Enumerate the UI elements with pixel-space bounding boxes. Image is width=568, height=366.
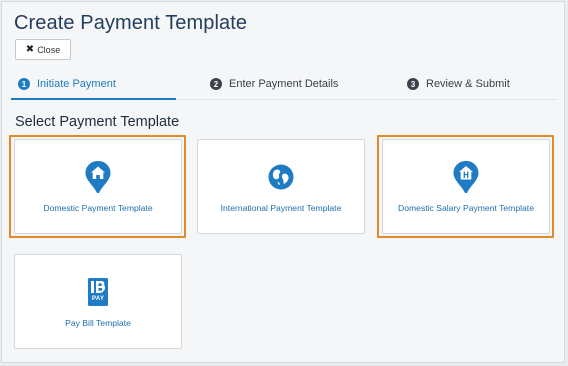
step-number-badge: 2	[210, 78, 222, 90]
paybill-icon-text: PAY	[92, 296, 105, 302]
page-title: Create Payment Template	[14, 12, 248, 34]
wizard-steps: 1 Initiate Payment 2 Enter Payment Detai…	[2, 70, 566, 100]
template-card-label: Domestic Payment Template	[43, 203, 153, 213]
salary-pin-icon	[451, 160, 481, 194]
step-number-badge: 3	[407, 78, 419, 90]
step-label: Review & Submit	[426, 78, 510, 90]
template-card-label: Domestic Salary Payment Template	[398, 203, 534, 213]
step-initiate-payment[interactable]: 1 Initiate Payment	[18, 70, 116, 98]
template-card-domestic-payment[interactable]: Domestic Payment Template	[14, 139, 182, 234]
step-review-submit[interactable]: 3 Review & Submit	[407, 70, 510, 98]
template-card-label: International Payment Template	[220, 203, 342, 213]
template-card-international-payment[interactable]: International Payment Template	[197, 139, 365, 234]
step-number-badge: 1	[18, 78, 30, 90]
close-button[interactable]: ✖ Close	[15, 39, 71, 60]
step-label: Initiate Payment	[37, 78, 116, 90]
globe-icon	[266, 160, 296, 194]
template-card-domestic-salary-payment[interactable]: Domestic Salary Payment Template	[382, 139, 550, 234]
paybill-icon: PAY	[83, 275, 113, 309]
home-pin-icon	[83, 160, 113, 194]
close-button-label: Close	[37, 44, 61, 55]
close-icon: ✖	[25, 44, 35, 55]
template-card-pay-bill[interactable]: PAY Pay Bill Template	[14, 254, 182, 349]
section-heading: Select Payment Template	[15, 114, 180, 130]
create-payment-template-panel: Create Payment Template ✖ Close 1 Initia…	[1, 1, 565, 363]
template-card-label: Pay Bill Template	[65, 318, 131, 328]
active-step-indicator	[11, 98, 176, 100]
step-label: Enter Payment Details	[229, 78, 339, 90]
step-enter-payment-details[interactable]: 2 Enter Payment Details	[210, 70, 338, 98]
